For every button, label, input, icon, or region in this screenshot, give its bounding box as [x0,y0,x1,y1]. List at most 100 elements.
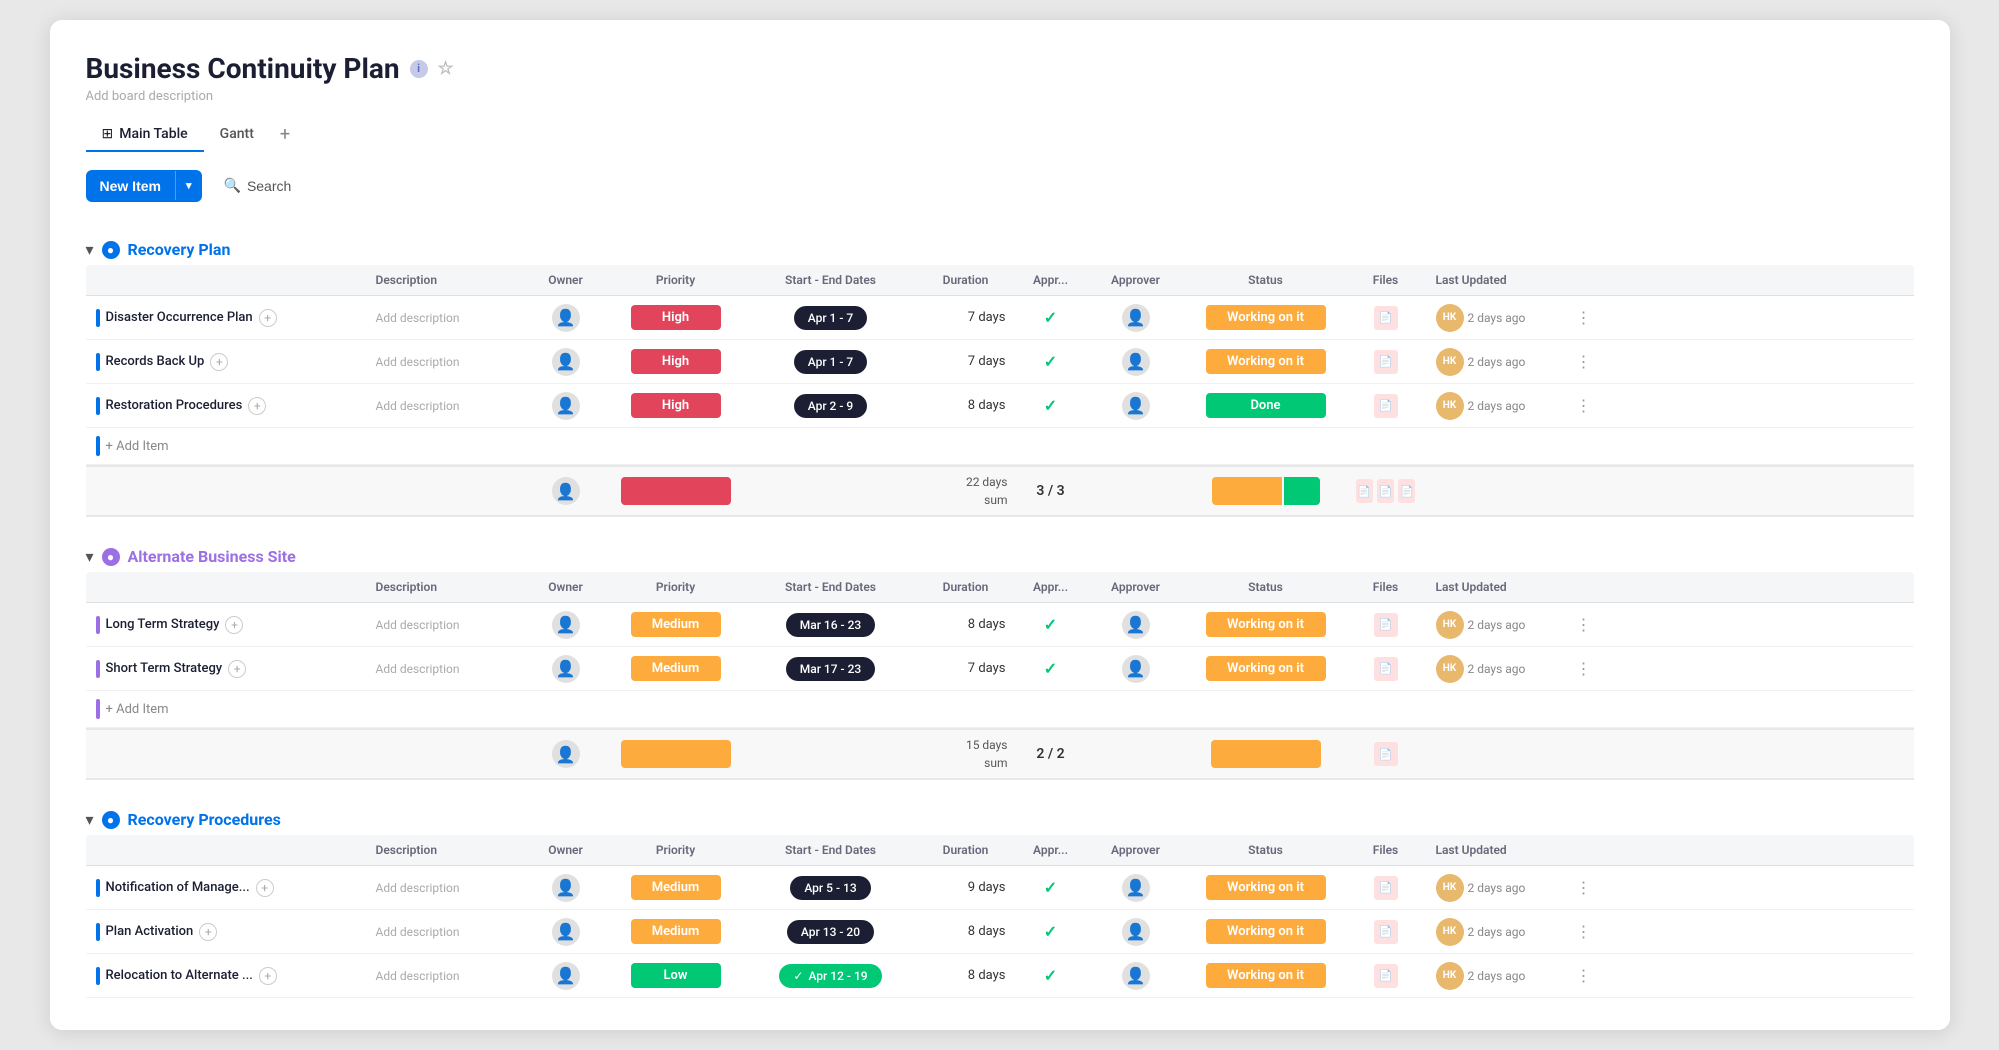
approver-cell[interactable]: 👤 [1086,342,1186,382]
status-cell[interactable]: Working on it [1186,650,1346,687]
description-cell[interactable]: Add description [366,612,526,638]
description-cell[interactable]: Add description [366,393,526,419]
owner-cell[interactable]: 👤 [526,298,606,338]
item-name[interactable]: Restoration Procedures [106,398,243,413]
tab-main-table[interactable]: ⊞ Main Table [86,118,204,152]
more-cell[interactable]: ⋮ [1566,960,1586,991]
item-name[interactable]: Short Term Strategy [106,661,223,676]
item-name[interactable]: Disaster Occurrence Plan [106,310,253,325]
dates-cell[interactable]: Apr 1 - 7 [746,300,916,336]
status-cell[interactable]: Working on it [1186,957,1346,994]
tab-add-button[interactable]: + [270,116,300,153]
item-name[interactable]: Relocation to Alternate ... [106,968,253,983]
files-cell[interactable]: 📄 [1346,870,1426,906]
add-row-icon[interactable]: + [256,879,274,897]
item-name[interactable]: Long Term Strategy [106,617,220,632]
section-toggle-recovery[interactable]: ▾ [86,240,94,259]
more-cell[interactable]: ⋮ [1566,302,1586,333]
board-description[interactable]: Add board description [86,89,1914,104]
description-cell[interactable]: Add description [366,919,526,945]
section-title-recovery[interactable]: Recovery Plan [128,240,231,259]
description-cell[interactable]: Add description [366,875,526,901]
info-icon[interactable]: i [410,60,428,78]
owner-cell[interactable]: 👤 [526,386,606,426]
files-cell[interactable]: 📄 [1346,300,1426,336]
tab-gantt[interactable]: Gantt [204,118,270,152]
priority-cell[interactable]: High [606,343,746,380]
priority-cell[interactable]: Medium [606,869,746,906]
more-cell[interactable]: ⋮ [1566,916,1586,947]
approver-cell[interactable]: 👤 [1086,386,1186,426]
priority-cell[interactable]: Medium [606,913,746,950]
description-cell[interactable]: Add description [366,656,526,682]
status-cell[interactable]: Working on it [1186,913,1346,950]
status-cell[interactable]: Working on it [1186,869,1346,906]
owner-cell[interactable]: 👤 [526,868,606,908]
owner-cell[interactable]: 👤 [526,605,606,645]
add-item-row-alternate[interactable]: + Add Item [86,691,1914,728]
section-title-alternate[interactable]: Alternate Business Site [128,547,296,566]
files-cell[interactable]: 📄 [1346,914,1426,950]
files-cell[interactable]: 📄 [1346,607,1426,643]
item-name[interactable]: Notification of Manage... [106,880,250,895]
description-cell[interactable]: Add description [366,349,526,375]
add-row-icon[interactable]: + [199,923,217,941]
priority-cell[interactable]: Medium [606,650,746,687]
status-cell[interactable]: Working on it [1186,606,1346,643]
approver-cell[interactable]: 👤 [1086,298,1186,338]
add-item-row-recovery[interactable]: + Add Item [86,428,1914,465]
priority-cell[interactable]: Medium [606,606,746,643]
col-files: Files [1346,835,1426,865]
files-cell[interactable]: 📄 [1346,388,1426,424]
dates-cell[interactable]: Apr 13 - 20 [746,914,916,950]
chevron-down-icon[interactable]: ▾ [175,171,202,200]
approver-cell[interactable]: 👤 [1086,956,1186,996]
dates-cell[interactable]: Mar 17 - 23 [746,651,916,687]
status-cell[interactable]: Working on it [1186,343,1346,380]
priority-cell[interactable]: Low [606,957,746,994]
approver-cell[interactable]: 👤 [1086,868,1186,908]
more-cell[interactable]: ⋮ [1566,872,1586,903]
owner-cell[interactable]: 👤 [526,649,606,689]
new-item-button[interactable]: New Item ▾ [86,170,202,202]
dates-cell[interactable]: Mar 16 - 23 [746,607,916,643]
item-name[interactable]: Plan Activation [106,924,194,939]
section-toggle-procedures[interactable]: ▾ [86,810,94,829]
approver-cell[interactable]: 👤 [1086,912,1186,952]
more-cell[interactable]: ⋮ [1566,346,1586,377]
more-cell[interactable]: ⋮ [1566,653,1586,684]
priority-cell[interactable]: High [606,299,746,336]
add-row-icon[interactable]: + [259,967,277,985]
priority-cell[interactable]: High [606,387,746,424]
dates-cell[interactable]: Apr 2 - 9 [746,388,916,424]
files-cell[interactable]: 📄 [1346,651,1426,687]
more-cell[interactable]: ⋮ [1566,609,1586,640]
add-row-icon[interactable]: + [259,309,277,327]
section-title-procedures[interactable]: Recovery Procedures [128,810,281,829]
dates-cell[interactable]: Apr 5 - 13 [746,870,916,906]
approver-cell[interactable]: 👤 [1086,605,1186,645]
status-cell[interactable]: Done [1186,387,1346,424]
dates-cell[interactable]: Apr 1 - 7 [746,344,916,380]
col-files: Files [1346,572,1426,602]
more-cell[interactable]: ⋮ [1566,390,1586,421]
add-row-icon[interactable]: + [228,660,246,678]
search-button[interactable]: 🔍 Search [212,169,304,202]
description-cell[interactable]: Add description [366,305,526,331]
dates-cell[interactable]: ✓ Apr 12 - 19 [746,958,916,994]
owner-cell[interactable]: 👤 [526,912,606,952]
owner-cell[interactable]: 👤 [526,342,606,382]
files-cell[interactable]: 📄 [1346,344,1426,380]
add-row-icon[interactable]: + [210,353,228,371]
description-cell[interactable]: Add description [366,963,526,989]
status-cell[interactable]: Working on it [1186,299,1346,336]
files-cell[interactable]: 📄 [1346,958,1426,994]
add-row-icon[interactable]: + [225,616,243,634]
approver-cell[interactable]: 👤 [1086,649,1186,689]
owner-cell[interactable]: 👤 [526,956,606,996]
add-row-icon[interactable]: + [248,397,266,415]
item-name[interactable]: Records Back Up [106,354,205,369]
section-toggle-alternate[interactable]: ▾ [86,547,94,566]
duration-cell: 7 days [916,655,1016,682]
star-icon[interactable]: ☆ [438,58,454,79]
